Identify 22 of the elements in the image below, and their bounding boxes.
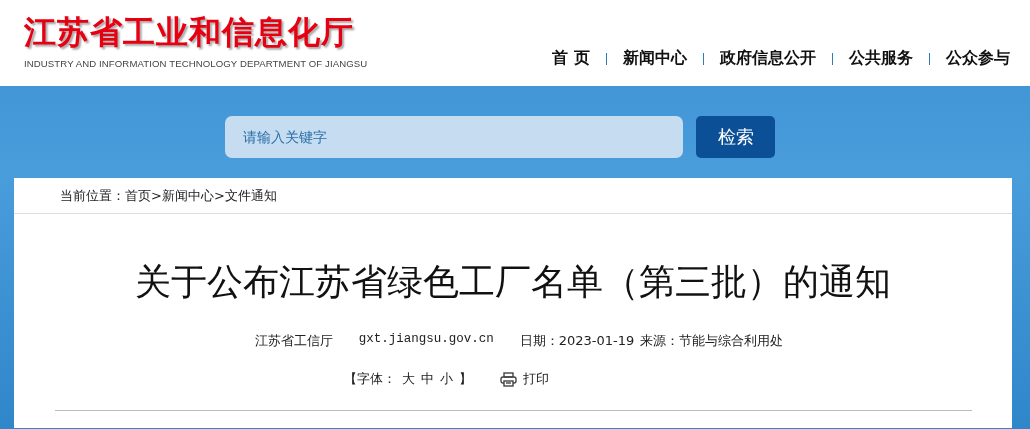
article-source: 来源：节能与综合利用处 <box>640 332 784 350</box>
nav-link[interactable]: 首 页 <box>552 48 590 69</box>
nav-link[interactable]: 公众参与 <box>946 48 1010 69</box>
nav-link[interactable]: 政府信息公开 <box>720 48 816 69</box>
publish-date: 日期：2023-01-19 <box>519 332 635 350</box>
bracket: 】 <box>459 370 472 388</box>
nav-link[interactable]: 新闻中心 <box>623 48 687 69</box>
font-size-label: 【字体： <box>344 370 396 388</box>
publisher: 江苏省工信厅 <box>254 332 333 350</box>
search-button[interactable]: 检索 <box>696 116 775 158</box>
print-link[interactable]: 打印 <box>523 370 549 388</box>
font-size-link[interactable]: 中 <box>421 370 434 388</box>
site-address: gxt.jiangsu.gov.cn <box>358 332 494 348</box>
nav-link[interactable]: 公共服务 <box>849 48 913 69</box>
article-title: 关于公布江苏省绿色工厂名单（第三批）的通知 <box>135 261 891 302</box>
breadcrumb: 当前位置：首页>新闻中心>文件通知 <box>60 186 277 205</box>
printer-icon[interactable] <box>500 371 517 387</box>
font-size-link[interactable]: 小 <box>440 370 453 388</box>
font-size-link[interactable]: 大 <box>402 370 415 388</box>
site-logo-subtitle: INDUSTRY AND INFORMATION TECHNOLOGY DEPARTMENT OF JIANGSU <box>24 58 368 69</box>
site-logo-title: 江苏省工业和信息化厅 <box>24 12 355 52</box>
search-field[interactable]: 请输入关键字 <box>225 116 683 158</box>
